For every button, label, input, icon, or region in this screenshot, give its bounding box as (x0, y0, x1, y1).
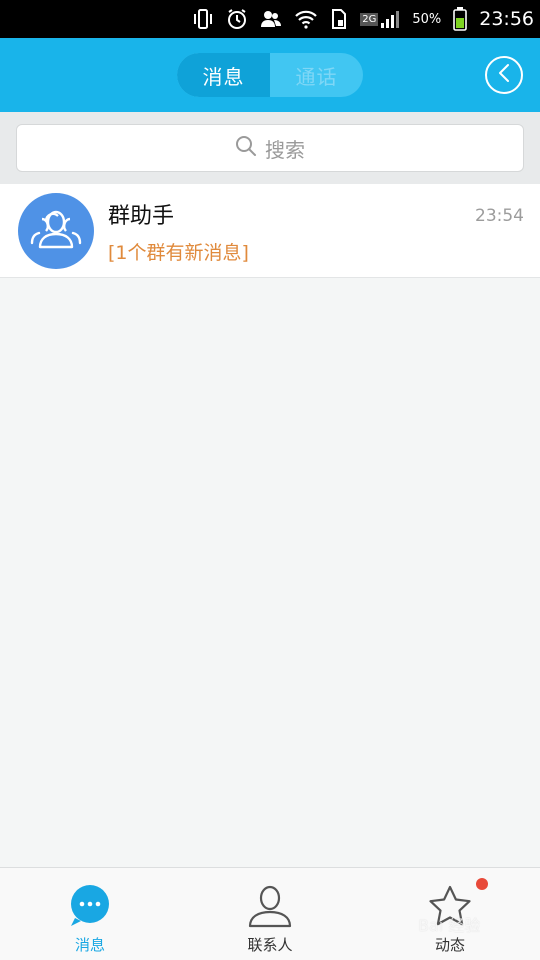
conversation-time: 23:54 (475, 206, 524, 226)
app-header: 消息 通话 (0, 38, 540, 112)
nav-item-messages[interactable]: 消息 (0, 868, 180, 960)
header-tab-switch: 消息 通话 (177, 53, 363, 97)
avatar (18, 193, 94, 269)
chat-bubble-icon (67, 884, 113, 932)
status-clock: 23:56 (479, 8, 534, 30)
tab-messages[interactable]: 消息 (177, 53, 270, 97)
vibrate-icon (192, 8, 214, 30)
conversation-preview: [1个群有新消息] (108, 242, 249, 264)
tab-calls[interactable]: 通话 (270, 53, 363, 97)
battery-icon (453, 7, 468, 31)
contacts-sync-icon (260, 8, 282, 30)
nav-label-messages: 消息 (74, 936, 105, 954)
network-type: 2G (360, 12, 379, 26)
nav-item-contacts[interactable]: 联系人 (180, 868, 360, 960)
message-list: 群助手 [1个群有新消息] 23:54 (0, 184, 540, 278)
group-icon (28, 207, 84, 255)
battery-percent: 50% (412, 11, 442, 27)
conversation-name: 群助手 (108, 204, 175, 229)
search-area: 搜索 (0, 112, 540, 184)
search-icon (235, 135, 257, 161)
watermark: Bai 经验 (418, 916, 481, 935)
back-button[interactable] (485, 56, 523, 94)
notification-badge (476, 878, 488, 890)
nav-label-feed: 动态 (434, 936, 465, 954)
sim-icon (330, 8, 348, 30)
wifi-icon (294, 9, 318, 29)
person-icon (247, 884, 293, 932)
nav-label-contacts: 联系人 (247, 936, 293, 954)
search-placeholder: 搜索 (265, 137, 305, 162)
search-input[interactable]: 搜索 (16, 124, 524, 172)
alarm-icon (226, 8, 248, 30)
status-bar: 2G 50% 23:56 (0, 0, 540, 38)
list-item[interactable]: 群助手 [1个群有新消息] 23:54 (0, 184, 540, 278)
chevron-left-icon (496, 63, 512, 87)
signal-icon: 2G (360, 10, 400, 28)
